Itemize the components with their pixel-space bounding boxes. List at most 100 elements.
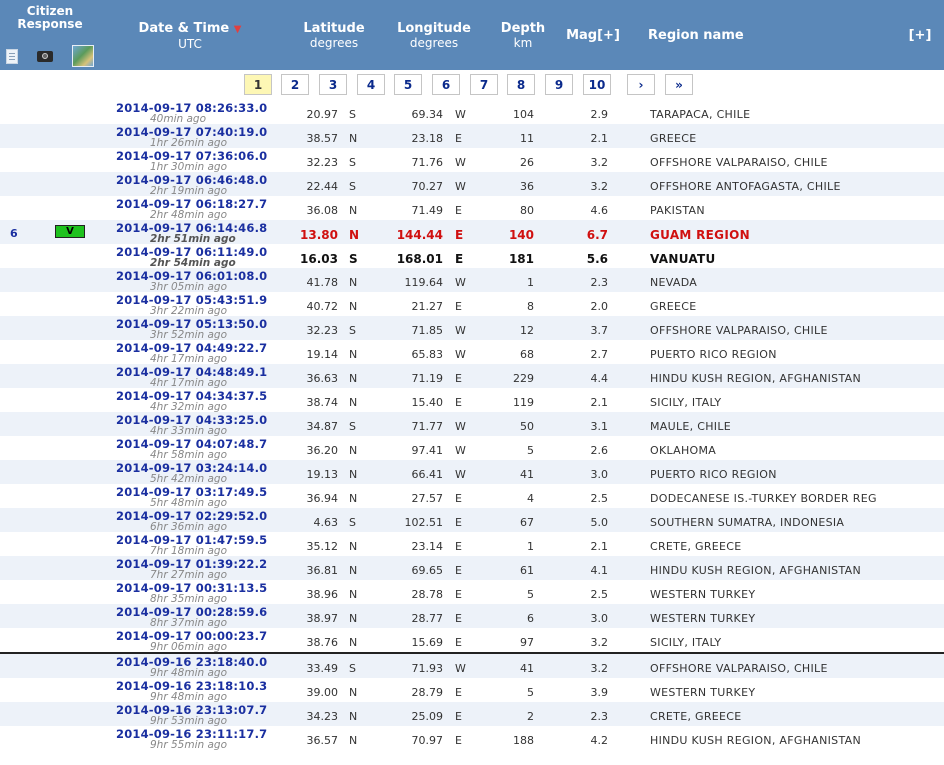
longitude-label[interactable]: Longitude (397, 21, 471, 36)
map-icon[interactable] (72, 45, 95, 67)
expand-columns-button[interactable]: [+] (905, 29, 935, 43)
depth-unit: km (513, 36, 533, 50)
table-row[interactable]: 2014-09-17 04:49:22.7 4hr 17min ago 19.14 N… (0, 340, 944, 365)
table-row[interactable]: 2014-09-17 05:13:50.0 3hr 52min ago 32.23 S… (0, 316, 944, 341)
longitude-header[interactable]: Longitude degrees (395, 21, 473, 51)
longitude-hemisphere: E (455, 300, 462, 313)
longitude-value: 15.69 (411, 636, 444, 649)
table-row[interactable]: 2014-09-17 06:18:27.7 2hr 48min ago 36.08 N… (0, 196, 944, 221)
date-time-header[interactable]: Date & Time ▼ UTC (135, 21, 245, 52)
table-row[interactable]: 2014-09-17 05:43:51.9 3hr 22min ago 40.72 N… (0, 292, 944, 317)
depth-label[interactable]: Depth (501, 21, 545, 36)
table-row[interactable]: 2014-09-17 00:31:13.5 8hr 35min ago 38.96 N… (0, 580, 944, 605)
table-row[interactable]: 2014-09-17 06:46:48.0 2hr 19min ago 22.44 S… (0, 172, 944, 197)
latitude-hemisphere: N (349, 468, 358, 481)
citizen-report-count[interactable]: 6 (10, 227, 18, 240)
table-row[interactable]: 2014-09-17 02:29:52.0 6hr 36min ago 4.63 S 1… (0, 508, 944, 533)
table-row[interactable]: 2014-09-17 01:39:22.2 7hr 27min ago 36.81 N… (0, 556, 944, 581)
table-row[interactable]: 2014-09-17 08:26:33.0 40min ago 20.97 S 69.3… (0, 100, 944, 125)
page-2-button[interactable]: 2 (281, 74, 309, 95)
table-row[interactable]: 2014-09-17 01:47:59.5 7hr 18min ago 35.12 N… (0, 532, 944, 557)
magnitude-value: 2.1 (590, 132, 609, 145)
latitude-hemisphere: N (349, 204, 358, 217)
felt-badge[interactable]: V (55, 225, 85, 238)
table-row[interactable]: 2014-09-17 06:01:08.0 3hr 05min ago 41.78 N… (0, 268, 944, 293)
page-7-button[interactable]: 7 (470, 74, 498, 95)
latitude-value: 32.23 (306, 324, 339, 337)
longitude-hemisphere: E (455, 492, 462, 505)
page-8-button[interactable]: 8 (507, 74, 535, 95)
page-4-button[interactable]: 4 (357, 74, 385, 95)
magnitude-value: 2.3 (590, 276, 609, 289)
region-name: GREECE (650, 132, 697, 145)
citizen-icons (6, 45, 108, 67)
latitude-value: 34.87 (306, 420, 339, 433)
longitude-value: 71.93 (411, 662, 444, 675)
longitude-value: 70.27 (411, 180, 444, 193)
page-6-button[interactable]: 6 (432, 74, 460, 95)
table-row[interactable]: 2014-09-17 00:00:23.7 9hr 06min ago 38.76 N… (0, 628, 944, 653)
table-row[interactable]: 2014-09-17 07:40:19.0 1hr 26min ago 38.57 N… (0, 124, 944, 149)
latitude-hemisphere: S (349, 324, 356, 337)
latitude-value: 22.44 (306, 180, 339, 193)
depth-header[interactable]: Depth km (495, 21, 551, 51)
table-row[interactable]: 2014-09-16 23:18:40.0 9hr 48min ago 33.49 S… (0, 652, 944, 679)
sort-desc-icon[interactable]: ▼ (234, 24, 242, 35)
table-row[interactable]: 2014-09-17 04:33:25.0 4hr 33min ago 34.87 S… (0, 412, 944, 437)
page-5-button[interactable]: 5 (394, 74, 422, 95)
table-row[interactable]: 2014-09-16 23:13:07.7 9hr 53min ago 34.23 N… (0, 702, 944, 727)
table-row[interactable]: 2014-09-17 04:34:37.5 4hr 32min ago 38.74 N… (0, 388, 944, 413)
table-row[interactable]: 2014-09-17 06:11:49.0 2hr 54min ago 16.03 S… (0, 244, 944, 269)
depth-value: 80 (520, 204, 534, 217)
table-row[interactable]: 2014-09-17 03:24:14.0 5hr 42min ago 19.13 N… (0, 460, 944, 485)
next-page-button[interactable]: › (627, 74, 655, 95)
table-row[interactable]: 2014-09-17 04:48:49.1 4hr 17min ago 36.63 N… (0, 364, 944, 389)
magnitude-value: 2.0 (590, 300, 609, 313)
latitude-hemisphere: S (349, 252, 358, 266)
page-9-button[interactable]: 9 (545, 74, 573, 95)
depth-value: 2 (527, 710, 534, 723)
depth-value: 104 (513, 108, 534, 121)
magnitude-header[interactable]: Mag[+] (563, 29, 623, 43)
region-name: SOUTHERN SUMATRA, INDONESIA (650, 516, 845, 529)
longitude-value: 28.79 (411, 686, 444, 699)
region-header[interactable]: Region name (648, 29, 748, 43)
latitude-value: 36.81 (306, 564, 339, 577)
camera-icon[interactable] (37, 50, 54, 62)
latitude-hemisphere: S (349, 180, 356, 193)
longitude-hemisphere: W (455, 420, 466, 433)
depth-value: 36 (520, 180, 534, 193)
latitude-value: 34.23 (306, 710, 339, 723)
longitude-hemisphere: E (455, 132, 462, 145)
longitude-hemisphere: W (455, 276, 466, 289)
magnitude-value: 5.0 (590, 516, 609, 529)
magnitude-value: 6.7 (586, 228, 608, 242)
latitude-label[interactable]: Latitude (303, 21, 364, 36)
document-icon[interactable] (6, 48, 18, 64)
page-1-button[interactable]: 1 (244, 74, 272, 95)
depth-value: 1 (527, 540, 534, 553)
depth-value: 1 (527, 276, 534, 289)
table-row[interactable]: 2014-09-17 00:28:59.6 8hr 37min ago 38.97 N… (0, 604, 944, 629)
table-row[interactable]: 2014-09-16 23:18:10.3 9hr 48min ago 39.00 N… (0, 678, 944, 703)
date-time-label[interactable]: Date & Time (139, 21, 230, 36)
table-row[interactable]: 6 V 2014-09-17 06:14:46.8 2hr 51min ago 13.8… (0, 220, 944, 245)
depth-value: 67 (520, 516, 534, 529)
table-row[interactable]: 2014-09-16 23:11:17.7 9hr 55min ago 36.57 N… (0, 726, 944, 751)
latitude-header[interactable]: Latitude degrees (295, 21, 373, 51)
depth-value: 140 (508, 228, 534, 242)
longitude-hemisphere: W (455, 662, 466, 675)
latitude-value: 19.14 (306, 348, 339, 361)
magnitude-value: 3.9 (590, 686, 609, 699)
depth-value: 5 (527, 444, 534, 457)
depth-value: 50 (520, 420, 534, 433)
magnitude-value: 4.4 (590, 372, 609, 385)
page-10-button[interactable]: 10 (583, 74, 611, 95)
table-row[interactable]: 2014-09-17 07:36:06.0 1hr 30min ago 32.23 S… (0, 148, 944, 173)
page-3-button[interactable]: 3 (319, 74, 347, 95)
table-row[interactable]: 2014-09-17 03:17:49.5 5hr 48min ago 36.94 N… (0, 484, 944, 509)
region-name: HINDU KUSH REGION, AFGHANISTAN (650, 734, 861, 747)
table-row[interactable]: 2014-09-17 04:07:48.7 4hr 58min ago 36.20 N… (0, 436, 944, 461)
depth-value: 97 (520, 636, 534, 649)
last-page-button[interactable]: » (665, 74, 693, 95)
